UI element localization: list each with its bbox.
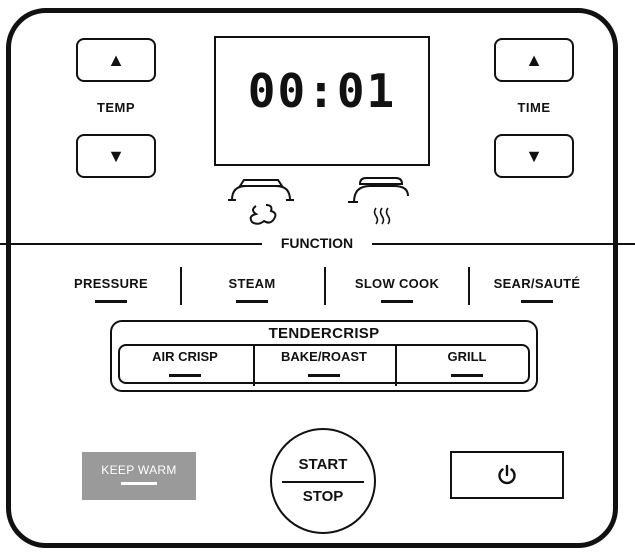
separator	[395, 344, 397, 386]
start-label: START	[298, 456, 348, 473]
function-grill-button[interactable]: GRILL	[412, 349, 522, 377]
keep-warm-button[interactable]: KEEP WARM	[82, 452, 196, 500]
indicator-light	[236, 300, 268, 303]
function-label: FUNCTION	[262, 235, 372, 251]
indicator-light	[381, 300, 413, 303]
tendercrisp-title: TENDERCRISP	[268, 325, 380, 342]
indicator-light	[451, 374, 483, 377]
function-item-label: GRILL	[447, 349, 487, 364]
function-slow-cook-button[interactable]: SLOW COOK	[338, 276, 456, 303]
temp-up-button[interactable]: ▲	[76, 38, 156, 82]
temp-down-button[interactable]: ▼	[76, 134, 156, 178]
triangle-down-icon: ▼	[525, 145, 543, 166]
function-item-label: STEAM	[228, 276, 276, 291]
start-stop-button[interactable]: START STOP	[270, 428, 376, 534]
power-icon	[498, 464, 516, 485]
indicator-light	[95, 300, 127, 303]
function-divider-left	[0, 243, 262, 245]
separator	[180, 267, 182, 305]
function-sear-saute-button[interactable]: SEAR/SAUTÉ	[478, 276, 596, 303]
lcd-display: 00:01	[214, 36, 430, 166]
function-item-label: SEAR/SAUTÉ	[493, 276, 581, 291]
function-item-label: SLOW COOK	[354, 276, 440, 291]
separator	[324, 267, 326, 305]
function-item-label: PRESSURE	[74, 276, 148, 291]
power-button[interactable]	[450, 451, 564, 499]
time-down-button[interactable]: ▼	[494, 134, 574, 178]
display-time-value: 00:01	[247, 64, 397, 118]
start-stop-divider	[282, 481, 364, 483]
function-air-crisp-button[interactable]: AIR CRISP	[130, 349, 240, 377]
indicator-light	[308, 374, 340, 377]
triangle-up-icon: ▲	[525, 49, 543, 70]
triangle-up-icon: ▲	[107, 49, 125, 70]
function-steam-button[interactable]: STEAM	[196, 276, 308, 303]
function-divider-right	[372, 243, 635, 245]
indicator-light	[121, 482, 157, 485]
separator	[253, 344, 255, 386]
indicator-light	[169, 374, 201, 377]
function-item-label: BAKE/ROAST	[281, 349, 367, 364]
triangle-down-icon: ▼	[107, 145, 125, 166]
function-pressure-button[interactable]: PRESSURE	[55, 276, 167, 303]
time-up-button[interactable]: ▲	[494, 38, 574, 82]
time-label: TIME	[517, 100, 551, 115]
temp-label: TEMP	[96, 100, 136, 115]
indicator-light	[521, 300, 553, 303]
function-bake-roast-button[interactable]: BAKE/ROAST	[266, 349, 382, 377]
stop-label: STOP	[302, 488, 344, 505]
crisping-lid-icon	[348, 177, 409, 225]
pressure-lid-icon	[228, 179, 294, 225]
function-item-label: AIR CRISP	[152, 349, 218, 364]
separator	[468, 267, 470, 305]
keep-warm-label: KEEP WARM	[101, 463, 177, 477]
